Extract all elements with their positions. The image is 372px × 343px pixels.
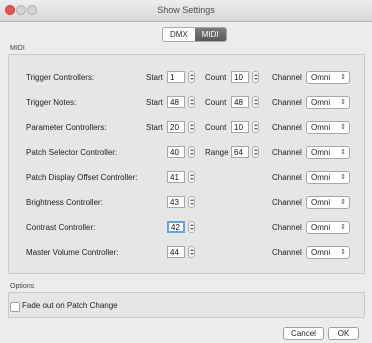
channel-label: Channel <box>272 73 302 82</box>
trigger-controllers-start-field[interactable]: 1 <box>167 71 185 83</box>
master-volume-label: Master Volume Controller: <box>26 248 119 257</box>
trigger-controllers-label: Trigger Controllers: <box>26 73 95 82</box>
trigger-controllers-count-field[interactable]: 10 <box>231 71 249 83</box>
contrast-stepper[interactable] <box>188 221 195 233</box>
trigger-notes-label: Trigger Notes: <box>26 98 77 107</box>
select-arrows-icon: ⇕ <box>340 124 346 131</box>
patch-selector-row: Patch Selector Controller: 40 Range 64 C… <box>26 146 356 160</box>
start-label: Start <box>146 73 163 82</box>
master-volume-channel-select[interactable]: Omni ⇕ <box>306 246 350 259</box>
contrast-label: Contrast Controller: <box>26 223 96 232</box>
trigger-notes-start-stepper[interactable] <box>188 96 195 108</box>
patch-selector-range-stepper[interactable] <box>252 146 259 158</box>
fade-out-checkbox[interactable] <box>10 302 20 312</box>
tab-midi[interactable]: MIDI <box>194 28 226 41</box>
ok-button[interactable]: OK <box>328 327 359 340</box>
midi-group-label: MIDI <box>10 45 25 52</box>
channel-label: Channel <box>272 248 302 257</box>
master-volume-stepper[interactable] <box>188 246 195 258</box>
patch-display-offset-field[interactable]: 41 <box>167 171 185 183</box>
trigger-notes-start-field[interactable]: 48 <box>167 96 185 108</box>
range-label: Range <box>205 148 229 157</box>
select-arrows-icon: ⇕ <box>340 249 346 256</box>
brightness-field[interactable]: 43 <box>167 196 185 208</box>
count-label: Count <box>205 123 227 132</box>
options-group-label: Options <box>10 283 35 290</box>
channel-label: Channel <box>272 223 302 232</box>
parameter-controllers-label: Parameter Controllers: <box>26 123 107 132</box>
brightness-row: Brightness Controller: 43 Channel Omni ⇕ <box>26 196 356 210</box>
start-label: Start <box>146 98 163 107</box>
parameter-controllers-channel-select[interactable]: Omni ⇕ <box>306 121 350 134</box>
title-bar: Show Settings <box>0 0 372 22</box>
select-arrows-icon: ⇕ <box>340 149 346 156</box>
trigger-controllers-start-stepper[interactable] <box>188 71 195 83</box>
patch-selector-channel-select[interactable]: Omni ⇕ <box>306 146 350 159</box>
patch-display-offset-channel-select[interactable]: Omni ⇕ <box>306 171 350 184</box>
trigger-controllers-count-stepper[interactable] <box>252 71 259 83</box>
patch-display-offset-label: Patch Display Offset Controller: <box>26 173 138 182</box>
contrast-row: Contrast Controller: 42 Channel Omni ⇕ <box>26 221 356 235</box>
channel-label: Channel <box>272 173 302 182</box>
contrast-field[interactable]: 42 <box>167 221 185 233</box>
channel-label: Channel <box>272 148 302 157</box>
parameter-controllers-start-stepper[interactable] <box>188 121 195 133</box>
select-arrows-icon: ⇕ <box>340 199 346 206</box>
fade-out-label[interactable]: Fade out on Patch Change <box>22 301 118 310</box>
brightness-stepper[interactable] <box>188 196 195 208</box>
parameter-controllers-start-field[interactable]: 20 <box>167 121 185 133</box>
trigger-controllers-row: Trigger Controllers: Start 1 Count 10 Ch… <box>26 71 356 85</box>
select-arrows-icon: ⇕ <box>340 99 346 106</box>
trigger-notes-channel-select[interactable]: Omni ⇕ <box>306 96 350 109</box>
patch-selector-stepper[interactable] <box>188 146 195 158</box>
start-label: Start <box>146 123 163 132</box>
select-arrows-icon: ⇕ <box>340 224 346 231</box>
cancel-button[interactable]: Cancel <box>283 327 324 340</box>
brightness-label: Brightness Controller: <box>26 198 103 207</box>
select-arrows-icon: ⇕ <box>340 74 346 81</box>
patch-selector-field[interactable]: 40 <box>167 146 185 158</box>
parameter-controllers-count-field[interactable]: 10 <box>231 121 249 133</box>
count-label: Count <box>205 98 227 107</box>
midi-group-box <box>8 54 365 274</box>
count-label: Count <box>205 73 227 82</box>
contrast-channel-select[interactable]: Omni ⇕ <box>306 221 350 234</box>
patch-display-offset-row: Patch Display Offset Controller: 41 Chan… <box>26 171 356 185</box>
channel-label: Channel <box>272 98 302 107</box>
master-volume-row: Master Volume Controller: 44 Channel Omn… <box>26 246 356 260</box>
settings-window: Show Settings DMX MIDI MIDI Trigger Cont… <box>0 0 372 343</box>
tab-segmented-control: DMX MIDI <box>162 27 227 42</box>
master-volume-field[interactable]: 44 <box>167 246 185 258</box>
patch-display-offset-stepper[interactable] <box>188 171 195 183</box>
trigger-notes-count-field[interactable]: 48 <box>231 96 249 108</box>
tab-dmx[interactable]: DMX <box>163 28 195 41</box>
brightness-channel-select[interactable]: Omni ⇕ <box>306 196 350 209</box>
patch-selector-range-field[interactable]: 64 <box>231 146 249 158</box>
channel-label: Channel <box>272 123 302 132</box>
trigger-notes-row: Trigger Notes: Start 48 Count 48 Channel… <box>26 96 356 110</box>
parameter-controllers-count-stepper[interactable] <box>252 121 259 133</box>
select-arrows-icon: ⇕ <box>340 174 346 181</box>
trigger-notes-count-stepper[interactable] <box>252 96 259 108</box>
trigger-controllers-channel-select[interactable]: Omni ⇕ <box>306 71 350 84</box>
window-title: Show Settings <box>157 5 215 15</box>
channel-label: Channel <box>272 198 302 207</box>
patch-selector-label: Patch Selector Controller: <box>26 148 118 157</box>
parameter-controllers-row: Parameter Controllers: Start 20 Count 10… <box>26 121 356 135</box>
